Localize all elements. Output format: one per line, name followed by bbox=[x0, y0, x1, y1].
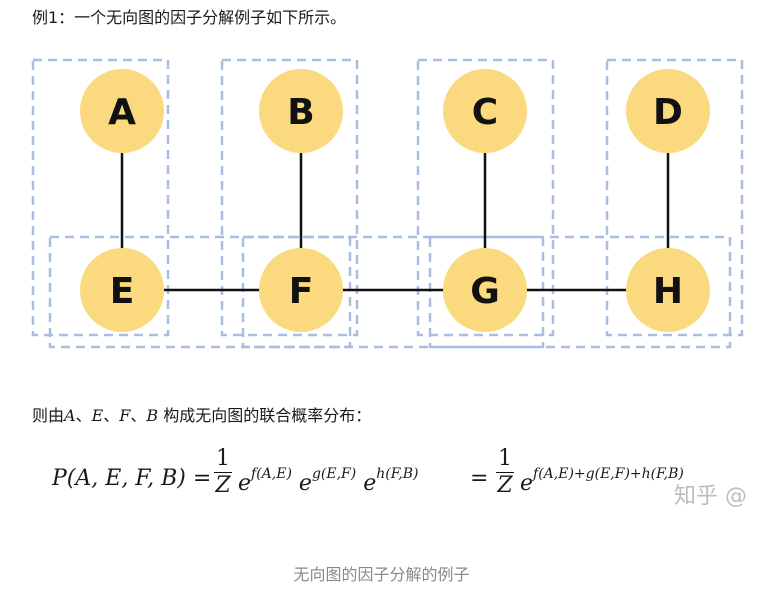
formula-sum-term: ef(A,E)+g(E,F)+h(F,B) bbox=[520, 466, 684, 496]
node-H: H bbox=[626, 248, 710, 332]
formula-lhs: P(A, E, F, B) = bbox=[52, 466, 212, 491]
fraction-denominator: Z bbox=[215, 473, 231, 498]
node-C: C bbox=[443, 69, 527, 153]
node-label-G: G bbox=[470, 271, 500, 312]
node-label-E: E bbox=[110, 271, 135, 312]
fraction-denominator: Z bbox=[497, 473, 513, 498]
formula-product-terms: ef(A,E) eg(E,F) eh(F,B) bbox=[238, 466, 418, 496]
desc-sep: 、 bbox=[130, 406, 147, 425]
exponent-sum: f(A,E)+g(E,F)+h(F,B) bbox=[533, 466, 684, 482]
graph-nodes: A B C D E F G H bbox=[80, 69, 710, 332]
node-B: B bbox=[259, 69, 343, 153]
exp-base-3: e bbox=[363, 471, 377, 496]
exp-base-sum: e bbox=[520, 471, 534, 496]
desc-sep: 、 bbox=[103, 406, 120, 425]
node-label-C: C bbox=[472, 92, 498, 133]
node-F: F bbox=[259, 248, 343, 332]
node-label-D: D bbox=[653, 92, 683, 133]
node-G: G bbox=[443, 248, 527, 332]
node-label-H: H bbox=[653, 271, 683, 312]
fraction-numerator: 1 bbox=[496, 446, 514, 473]
formula-fraction-1: 1 Z bbox=[214, 446, 232, 499]
factor-graph-diagram: A B C D E F G H bbox=[31, 58, 744, 349]
node-E: E bbox=[80, 248, 164, 332]
exp-base-2: e bbox=[298, 471, 312, 496]
exponent-1: f(A,E) bbox=[251, 466, 292, 482]
node-label-A: A bbox=[108, 92, 136, 133]
desc-prefix: 则由 bbox=[32, 406, 65, 425]
desc-var-B: B bbox=[146, 406, 159, 425]
formula-equals-2: = bbox=[470, 466, 489, 491]
node-label-B: B bbox=[287, 92, 314, 133]
zhihu-watermark: 知乎 @ bbox=[674, 484, 747, 509]
exponent-2: g(E,F) bbox=[311, 466, 357, 482]
distribution-description: 则由A、E、F、B 构成无向图的联合概率分布： bbox=[32, 402, 371, 426]
figure-caption: 无向图的因子分解的例子 bbox=[293, 565, 470, 584]
desc-sep: 、 bbox=[75, 406, 92, 425]
fraction-numerator: 1 bbox=[214, 446, 232, 473]
node-D: D bbox=[626, 69, 710, 153]
exp-base-1: e bbox=[238, 471, 252, 496]
desc-var-A: A bbox=[64, 406, 76, 425]
joint-probability-formula: P(A, E, F, B) = 1 Z ef(A,E) eg(E,F) eh(F… bbox=[52, 446, 752, 516]
desc-var-F: F bbox=[119, 406, 131, 425]
desc-var-E: E bbox=[91, 406, 104, 425]
formula-fraction-2: 1 Z bbox=[496, 446, 514, 499]
node-label-F: F bbox=[289, 271, 314, 312]
desc-suffix: 构成无向图的联合概率分布： bbox=[158, 406, 372, 425]
graph-edges bbox=[120, 111, 670, 292]
exponent-3: h(F,B) bbox=[376, 466, 419, 482]
node-A: A bbox=[80, 69, 164, 153]
